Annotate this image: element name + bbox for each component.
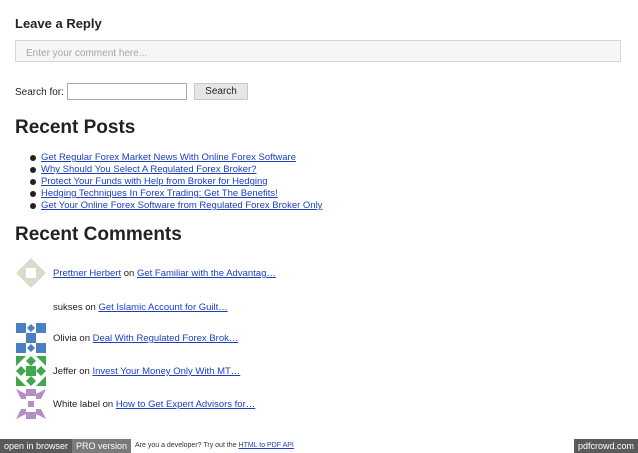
- list-item: Protect Your Funds with Help from Broker…: [29, 176, 322, 188]
- list-item: Hedging Techniques In Forex Trading: Get…: [29, 188, 322, 200]
- comment-field[interactable]: Enter your comment here...: [15, 40, 621, 62]
- avatar-icon[interactable]: [16, 389, 46, 419]
- comment-author: Olivia: [53, 333, 77, 344]
- footer-message-text: Are you a developer? Try out the: [135, 442, 237, 449]
- post-link[interactable]: Why Should You Select A Regulated Forex …: [41, 164, 256, 175]
- pdfcrowd-brand-link[interactable]: pdfcrowd.com: [573, 439, 638, 453]
- pro-version-button[interactable]: PRO version: [72, 439, 132, 453]
- comment-post-link[interactable]: Invest Your Money Only With MT…: [92, 366, 240, 377]
- comment-post-link[interactable]: Deal With Regulated Forex Brok…: [93, 333, 239, 344]
- comment-post-link[interactable]: Get Islamic Account for Guilt…: [98, 302, 227, 313]
- avatar-icon[interactable]: [16, 323, 46, 353]
- comment-on-text: on: [123, 268, 135, 279]
- html-to-pdf-api-link[interactable]: HTML to PDF API: [239, 442, 294, 449]
- list-item: Get Regular Forex Market News With Onlin…: [29, 152, 322, 164]
- comment-author-link[interactable]: Prettner Herbert: [53, 268, 121, 279]
- avatar-icon[interactable]: [16, 356, 46, 386]
- comment-item: Prettner Herbert on Get Familiar with th…: [16, 258, 516, 288]
- comment-item: Olivia on Deal With Regulated Forex Brok…: [16, 323, 516, 353]
- pdfcrowd-footer-bar: open in browser PRO version Are you a de…: [0, 439, 638, 453]
- open-in-browser-button[interactable]: open in browser: [0, 439, 73, 453]
- post-link[interactable]: Get Regular Forex Market News With Onlin…: [41, 152, 296, 163]
- comment-on-text: on: [79, 366, 90, 377]
- list-item: Get Your Online Forex Software from Regu…: [29, 200, 322, 212]
- comment-author: White label: [53, 399, 100, 410]
- comment-item: White label on How to Get Expert Advisor…: [16, 389, 516, 419]
- comment-on-text: on: [85, 302, 96, 313]
- comment-on-text: on: [102, 399, 114, 410]
- comment-post-link[interactable]: How to Get Expert Advisors for…: [116, 399, 255, 410]
- comment-on-text: on: [79, 333, 90, 344]
- comment-item: Jeffer on Invest Your Money Only With MT…: [16, 356, 516, 386]
- footer-message: Are you a developer? Try out the HTML to…: [135, 439, 294, 453]
- leave-a-reply-title: Leave a Reply: [15, 16, 102, 31]
- avatar-icon[interactable]: [16, 258, 46, 288]
- comment-placeholder: Enter your comment here...: [26, 48, 148, 59]
- comment-post-link[interactable]: Get Familiar with the Advantag…: [137, 268, 276, 279]
- recent-posts-title: Recent Posts: [15, 117, 136, 138]
- comment-author: sukses: [53, 302, 83, 313]
- recent-posts-list: Get Regular Forex Market News With Onlin…: [29, 152, 322, 212]
- post-link[interactable]: Hedging Techniques In Forex Trading: Get…: [41, 188, 278, 199]
- comment-author: Jeffer: [53, 366, 77, 377]
- search-label: Search for:: [15, 87, 64, 98]
- comment-item: sukses on Get Islamic Account for Guilt…: [16, 292, 516, 322]
- recent-comments-title: Recent Comments: [15, 224, 182, 245]
- search-button[interactable]: Search: [194, 83, 248, 100]
- post-link[interactable]: Get Your Online Forex Software from Regu…: [41, 200, 322, 211]
- search-input[interactable]: [67, 83, 187, 100]
- list-item: Why Should You Select A Regulated Forex …: [29, 164, 322, 176]
- post-link[interactable]: Protect Your Funds with Help from Broker…: [41, 176, 268, 187]
